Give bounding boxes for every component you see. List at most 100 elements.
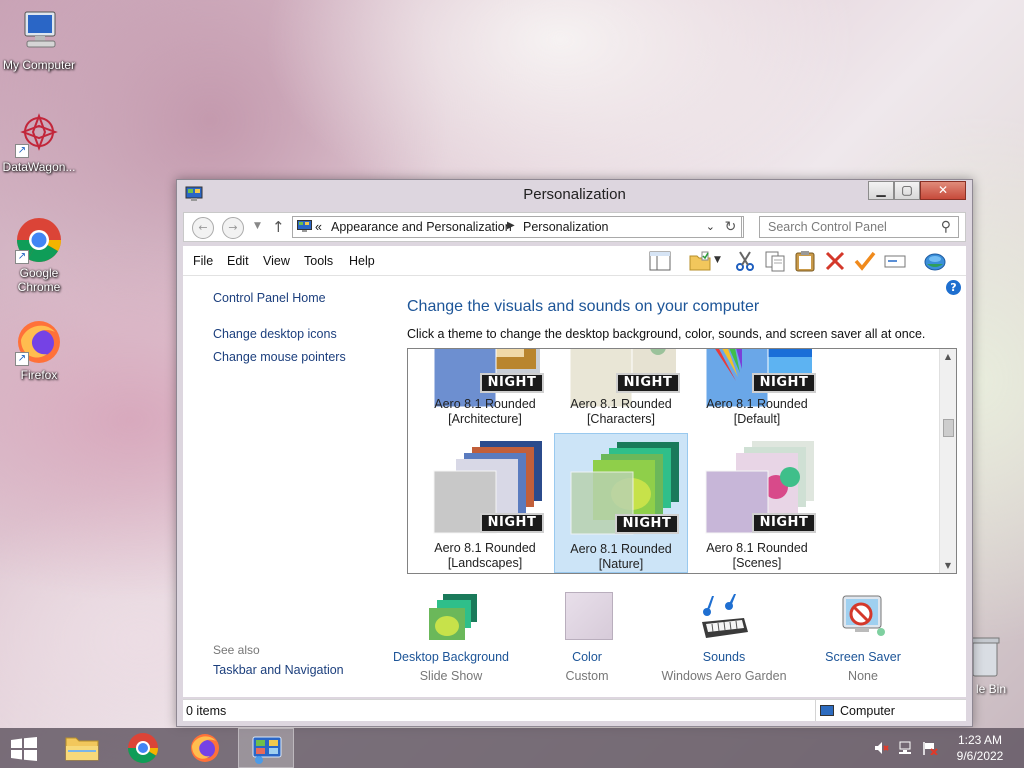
color-value: Custom (565, 669, 609, 683)
maximize-button[interactable]: ▢ (894, 181, 920, 200)
menu-edit[interactable]: Edit (227, 254, 249, 268)
desktop-icon-label: My Computer (2, 58, 76, 72)
delete-icon[interactable] (823, 250, 847, 272)
page-title: Change the visuals and sounds on your co… (407, 298, 760, 315)
theme-variant: [Characters] (586, 412, 656, 426)
desktop-icon-my-computer[interactable]: My Computer (0, 8, 79, 72)
night-badge: NIGHT (616, 373, 680, 393)
firefox-icon (191, 734, 219, 762)
scroll-down-arrow-icon[interactable]: ▼ (940, 561, 956, 570)
night-badge: NIGHT (480, 373, 544, 393)
theme-list: NIGHT Aero 8.1 Rounded [Architecture] NI… (407, 348, 957, 574)
folder-icon (65, 737, 99, 761)
control-panel-icon (252, 736, 282, 764)
paste-icon[interactable] (793, 250, 817, 272)
desktop-icon-google-chrome[interactable]: ↗ Google Chrome (0, 216, 79, 294)
desktop-icon-datawagon[interactable]: ↗ DataWagon... (0, 110, 79, 174)
chrome-icon (128, 733, 158, 764)
network-globe-icon[interactable] (923, 250, 947, 272)
title-bar[interactable]: Personalization ▁ ▢ ✕ (177, 180, 972, 210)
theme-variant: [Nature] (598, 557, 644, 571)
cut-icon[interactable] (733, 250, 757, 272)
menu-tools[interactable]: Tools (304, 254, 333, 268)
start-button-windows-icon[interactable] (10, 737, 38, 761)
forward-button[interactable]: → (222, 217, 244, 239)
volume-muted-icon[interactable] (874, 741, 890, 758)
theme-nature-selected[interactable]: NIGHT Aero 8.1 Rounded [Nature] (554, 433, 688, 573)
action-center-flag-icon[interactable] (922, 741, 938, 758)
theme-architecture[interactable]: NIGHT Aero 8.1 Rounded [Architecture] (418, 349, 552, 426)
theme-name: Aero 8.1 Rounded (434, 541, 536, 555)
folder-options-icon[interactable] (688, 250, 712, 272)
taskbar-and-navigation-link[interactable]: Taskbar and Navigation (213, 663, 344, 677)
minimize-button[interactable]: ▁ (868, 181, 894, 200)
taskbar-file-explorer[interactable] (54, 728, 110, 768)
address-dropdown-icon[interactable]: ⌄ (706, 220, 715, 233)
screen-saver-setting[interactable]: Screen Saver None (793, 592, 933, 683)
clock-date: 9/6/2022 (956, 749, 1004, 763)
taskbar-control-panel-active[interactable] (238, 728, 294, 768)
menu-view[interactable]: View (263, 254, 290, 268)
desktop-icon-firefox[interactable]: ↗ Firefox (0, 318, 79, 382)
item-count: 0 items (186, 704, 227, 718)
back-button[interactable]: ← (192, 217, 214, 239)
menu-file[interactable]: File (193, 254, 213, 268)
scrollbar-thumb[interactable] (943, 419, 954, 437)
chrome-icon: ↗ (15, 216, 63, 264)
sounds-keyboard-icon (698, 592, 750, 644)
scroll-up-arrow-icon[interactable]: ▲ (940, 352, 956, 361)
search-icon[interactable]: ⚲ (941, 218, 951, 235)
clock[interactable]: 1:23 AM 9/6/2022 (944, 732, 1016, 764)
see-also-heading: See also (213, 643, 260, 657)
sounds-value: Windows Aero Garden (661, 669, 787, 683)
menu-bar: File Edit View Tools Help ▼ (183, 246, 966, 276)
copy-icon[interactable] (763, 250, 787, 272)
computer-icon (15, 8, 63, 56)
theme-variant: [Scenes] (732, 556, 782, 570)
datawagon-icon: ↗ (15, 110, 63, 158)
night-badge: NIGHT (480, 513, 544, 533)
theme-name: Aero 8.1 Rounded (706, 397, 808, 411)
breadcrumb-separator-icon[interactable]: ▶ (507, 220, 515, 231)
taskbar-google-chrome[interactable] (115, 728, 171, 768)
breadcrumb-appearance-and-personalization[interactable]: Appearance and Personalization (331, 220, 512, 234)
night-badge: NIGHT (752, 513, 816, 533)
breadcrumb-overflow[interactable]: « (315, 220, 322, 234)
theme-variant: [Default] (733, 412, 781, 426)
network-icon[interactable] (898, 741, 914, 758)
address-bar[interactable]: « Appearance and Personalization ▶ Perso… (292, 216, 744, 238)
search-placeholder: Search Control Panel (768, 220, 887, 234)
up-button[interactable]: ↑ (272, 218, 285, 236)
close-button[interactable]: ✕ (920, 181, 966, 200)
desktop-background-setting[interactable]: Desktop Background Slide Show (381, 592, 521, 683)
taskbar-firefox[interactable] (177, 728, 233, 768)
theme-landscapes[interactable]: NIGHT Aero 8.1 Rounded [Landscapes] (418, 433, 552, 573)
color-label: Color (572, 650, 602, 664)
desktop-icon-recycle-bin[interactable]: le Bin (968, 634, 1024, 704)
help-icon[interactable]: ? (946, 280, 961, 295)
change-desktop-icons-link[interactable]: Change desktop icons (213, 327, 337, 341)
refresh-button[interactable]: ↻ (720, 216, 742, 238)
change-mouse-pointers-link[interactable]: Change mouse pointers (213, 350, 346, 364)
control-panel-home-link[interactable]: Control Panel Home (213, 291, 326, 305)
theme-list-scrollbar[interactable]: ▲ ▼ (939, 349, 956, 573)
sounds-label: Sounds (702, 650, 746, 664)
layout-pane-icon[interactable] (648, 250, 672, 272)
screen-saver-value: None (848, 669, 878, 683)
theme-default[interactable]: NIGHT Aero 8.1 Rounded [Default] (690, 349, 824, 426)
search-input[interactable]: Search Control Panel ⚲ (759, 216, 959, 238)
theme-scenes[interactable]: NIGHT Aero 8.1 Rounded [Scenes] (690, 433, 824, 573)
desktop-icon-label: le Bin (976, 682, 1007, 696)
menu-help[interactable]: Help (349, 254, 375, 268)
sounds-setting[interactable]: Sounds Windows Aero Garden (654, 592, 794, 683)
rename-icon[interactable] (883, 250, 907, 272)
theme-name: Aero 8.1 Rounded (570, 397, 672, 411)
theme-name: Aero 8.1 Rounded (434, 397, 536, 411)
properties-check-icon[interactable] (853, 250, 877, 272)
breadcrumb-personalization[interactable]: Personalization (523, 220, 608, 234)
desktop-background-icon (425, 592, 477, 644)
color-setting[interactable]: Color Custom (517, 592, 657, 683)
theme-characters[interactable]: NIGHT Aero 8.1 Rounded [Characters] (554, 349, 688, 426)
recent-pages-dropdown[interactable]: ▼ (254, 221, 261, 231)
theme-name: Aero 8.1 Rounded (570, 542, 672, 556)
